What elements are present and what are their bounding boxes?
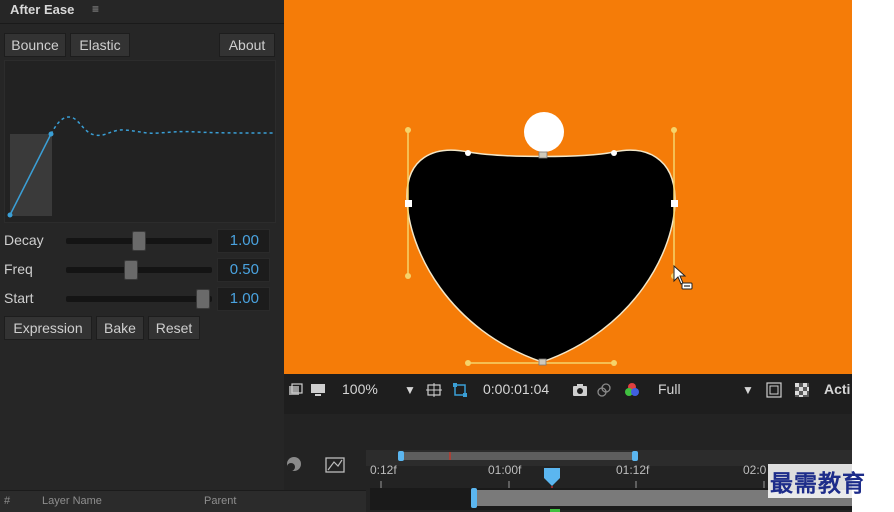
timeline-canvas — [284, 406, 852, 512]
motion-blur-icon[interactable] — [287, 457, 301, 471]
graph-editor-icon[interactable] — [325, 457, 345, 473]
ease-curve-graph — [4, 60, 276, 223]
active-camera-selector[interactable]: Acti — [824, 381, 850, 397]
ruler-label: 01:12f — [616, 463, 650, 477]
layer-number-header: # — [4, 495, 11, 507]
ruler-label: 02:0 — [743, 463, 767, 477]
current-timecode[interactable]: 0:00:01:04 — [483, 381, 549, 397]
composition-canvas[interactable] — [284, 0, 852, 374]
layer-column-header: # Layer Name Parent — [0, 490, 366, 512]
vertex-handle[interactable] — [611, 150, 617, 156]
zoom-level[interactable]: 100% — [342, 381, 378, 397]
panel-empty-area — [0, 342, 284, 490]
zoom-dropdown-chevron-icon[interactable]: ▼ — [404, 383, 416, 397]
tab-bounce[interactable]: Bounce — [4, 33, 66, 57]
vertex-handle[interactable] — [405, 273, 411, 279]
color-channels-icon[interactable] — [624, 382, 640, 398]
decay-slider-knob[interactable] — [132, 231, 146, 251]
panel-header: After Ease ≡ — [0, 0, 284, 24]
monitor-icon[interactable] — [310, 382, 326, 398]
start-label: Start — [4, 290, 34, 306]
expression-button[interactable]: Expression — [4, 316, 92, 340]
vertex-handle[interactable] — [465, 360, 471, 366]
curve-elastic-path — [50, 116, 274, 137]
vertex-handle[interactable] — [671, 127, 677, 133]
decay-label: Decay — [4, 232, 44, 248]
black-shape-layer[interactable] — [406, 149, 676, 363]
current-time-indicator[interactable] — [544, 468, 560, 486]
work-area-start-handle[interactable] — [398, 451, 404, 461]
vertex-handle[interactable] — [538, 151, 548, 159]
bake-button[interactable]: Bake — [96, 316, 144, 340]
resolution-dropdown-chevron-icon[interactable]: ▼ — [742, 383, 754, 397]
vertex-handle[interactable] — [671, 200, 678, 207]
ease-curve-svg — [7, 116, 274, 218]
transparency-grid-icon[interactable] — [794, 382, 810, 398]
tab-elastic[interactable]: Elastic — [70, 33, 130, 57]
pen-minus-cursor-icon — [673, 264, 693, 290]
composition-viewer[interactable] — [284, 0, 852, 374]
reset-button[interactable]: Reset — [148, 316, 200, 340]
curve-end-point[interactable] — [48, 131, 54, 137]
start-slider-track[interactable] — [66, 296, 212, 302]
timeline-panel: 0:12f 01:00f 01:12f 02:0 — [284, 406, 852, 512]
ruler-label: 01:00f — [488, 463, 522, 477]
region-of-interest-icon[interactable] — [766, 382, 782, 398]
ruler-label: 0:12f — [370, 463, 397, 477]
vertex-handle[interactable] — [405, 127, 411, 133]
freq-value-field[interactable]: 0.50 — [217, 258, 270, 282]
after-ease-panel: After Ease ≡ Bounce Elastic About Decay … — [0, 0, 284, 490]
decay-value-field[interactable]: 1.00 — [217, 229, 270, 253]
work-area-bar[interactable] — [400, 452, 636, 460]
about-button[interactable]: About — [219, 33, 275, 57]
snapshot-layers-icon[interactable] — [288, 382, 304, 398]
freq-slider-knob[interactable] — [124, 260, 138, 280]
panel-menu-icon[interactable]: ≡ — [92, 2, 99, 16]
vertex-handle[interactable] — [465, 150, 471, 156]
viewer-toolbar: 100% ▼ 0:00:01:04 Full ▼ Acti — [284, 374, 852, 406]
start-value-field[interactable]: 1.00 — [217, 287, 270, 311]
layer-in-point-handle[interactable] — [471, 488, 477, 508]
watermark-logo: 最需教育 — [768, 464, 868, 498]
vertex-handle[interactable] — [538, 358, 547, 366]
page-margin — [852, 0, 894, 512]
freq-slider-track[interactable] — [66, 267, 212, 273]
white-ball-layer[interactable] — [524, 112, 564, 152]
camera-snapshot-icon[interactable] — [572, 382, 588, 398]
panel-title: After Ease — [10, 2, 75, 17]
curve-start-point[interactable] — [7, 212, 13, 218]
vertex-handle[interactable] — [611, 360, 617, 366]
show-snapshot-icon[interactable] — [596, 382, 612, 398]
parent-header: Parent — [204, 495, 237, 507]
layer-name-header[interactable]: Layer Name — [42, 495, 102, 507]
resolution-selector[interactable]: Full — [658, 381, 681, 397]
grid-guides-icon[interactable] — [426, 382, 442, 398]
start-slider-knob[interactable] — [196, 289, 210, 309]
mask-path-visibility-icon[interactable] — [452, 382, 468, 398]
vertex-handle[interactable] — [405, 200, 412, 207]
work-area-end-handle[interactable] — [632, 451, 638, 461]
freq-label: Freq — [4, 261, 33, 277]
